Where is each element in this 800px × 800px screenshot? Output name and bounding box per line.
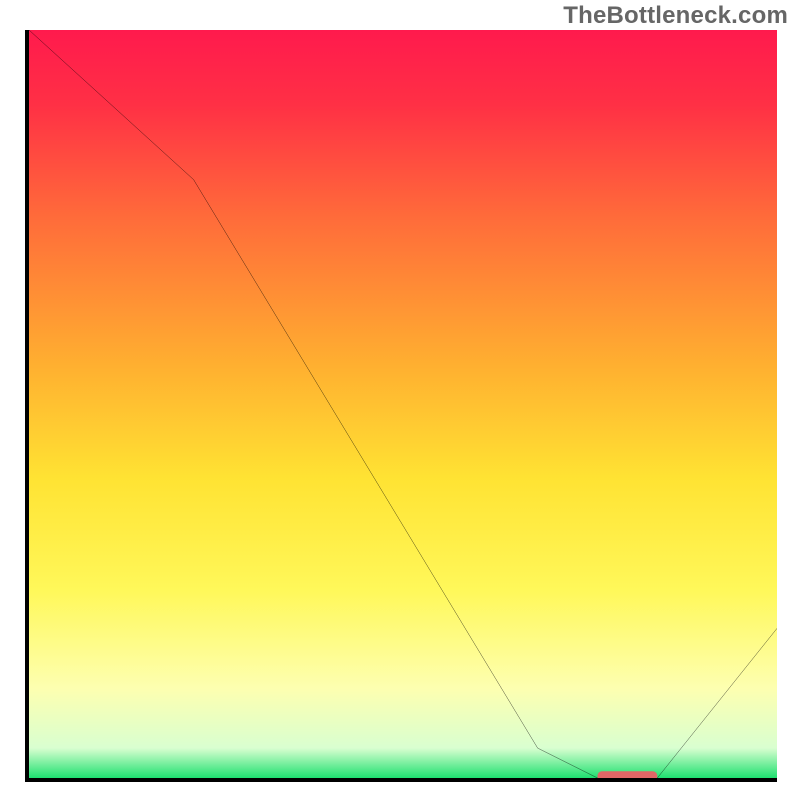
watermark-text: TheBottleneck.com <box>563 2 788 30</box>
axes <box>25 30 777 782</box>
chart-container: TheBottleneck.com <box>0 0 800 800</box>
